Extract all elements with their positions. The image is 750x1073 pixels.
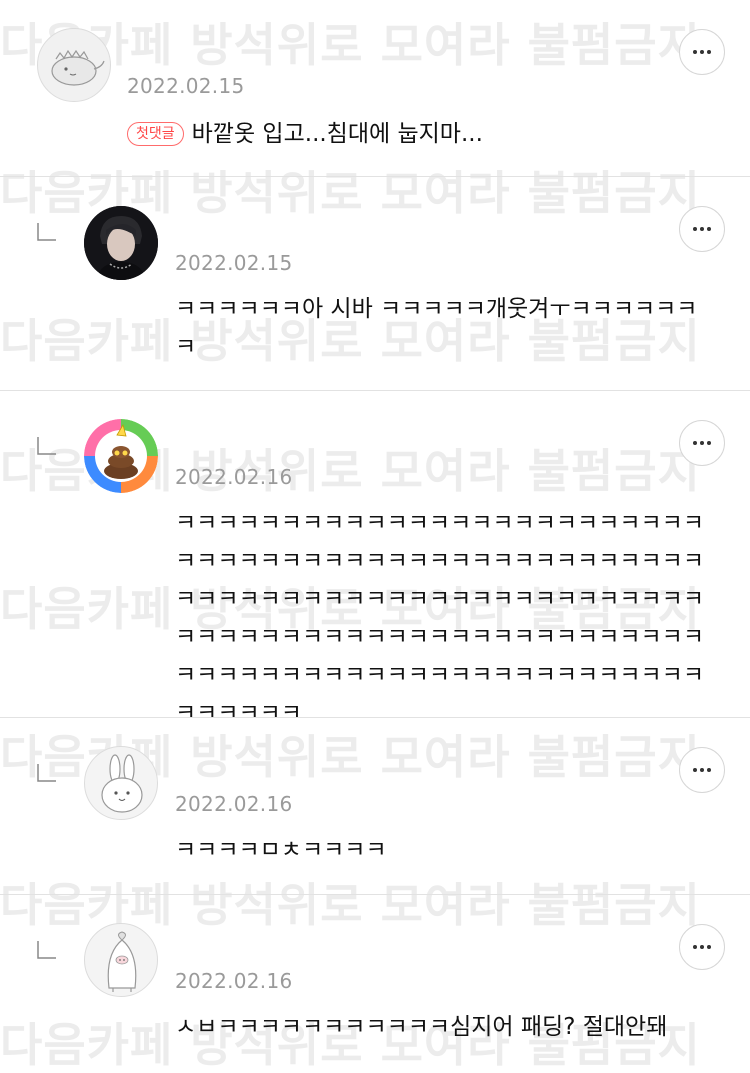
more-horizontal-icon <box>693 50 711 54</box>
more-horizontal-icon <box>693 945 711 949</box>
penguin-sticker-icon <box>107 931 137 992</box>
comment-date: 2022.02.15 <box>127 74 245 98</box>
avatar[interactable] <box>84 923 158 997</box>
comment-date: 2022.02.16 <box>175 969 293 993</box>
person-photo-icon <box>84 206 158 280</box>
comment-text: ㅋㅋㅋㅋㅁㅊㅋㅋㅋㅋ <box>175 837 387 863</box>
reply-arrow-icon <box>37 941 56 959</box>
comment-text: ㅅㅂㅋㅋㅋㅋㅋㅋㅋㅋㅋㅋㅋ심지어 패딩? 절대안돼 <box>175 1014 668 1040</box>
more-button[interactable] <box>679 29 725 75</box>
reply-arrow-icon <box>37 223 56 241</box>
more-button[interactable] <box>679 747 725 793</box>
comment-text: ㅋㅋㅋㅋㅋㅋ아 시바 ㅋㅋㅋㅋㅋ개웃겨ㅜㅋㅋㅋㅋㅋㅋㅋ <box>175 296 698 360</box>
more-button[interactable] <box>679 420 725 466</box>
comment-text: ㅋㅋㅋㅋㅋㅋㅋㅋㅋㅋㅋㅋㅋㅋㅋㅋㅋㅋㅋㅋㅋㅋㅋㅋㅋㅋㅋㅋㅋㅋㅋㅋㅋㅋㅋㅋㅋㅋㅋㅋ… <box>175 510 705 726</box>
more-horizontal-icon <box>693 441 711 445</box>
more-button[interactable] <box>679 206 725 252</box>
rabbit-sticker-icon <box>101 754 143 813</box>
more-horizontal-icon <box>693 227 711 231</box>
comment-item: 2022.02.15 ㅋㅋㅋㅋㅋㅋ아 시바 ㅋㅋㅋㅋㅋ개웃겨ㅜㅋㅋㅋㅋㅋㅋㅋ <box>0 177 750 390</box>
comment-date: 2022.02.16 <box>175 792 293 816</box>
poop-party-character-icon <box>84 419 158 493</box>
comment-item: 2022.02.16 ㅅㅂㅋㅋㅋㅋㅋㅋㅋㅋㅋㅋㅋ심지어 패딩? 절대안돼 <box>0 895 750 1073</box>
avatar[interactable] <box>37 28 111 102</box>
comment-item: 2022.02.15 첫댓글 바깥옷 입고...침대에 눕지마... <box>0 0 750 176</box>
reply-arrow-icon <box>37 764 56 782</box>
more-horizontal-icon <box>693 768 711 772</box>
comment-date: 2022.02.16 <box>175 465 293 489</box>
comment-body: 바깥옷 입고...침대에 눕지마... <box>191 121 483 147</box>
avatar[interactable] <box>84 746 158 820</box>
more-button[interactable] <box>679 924 725 970</box>
dinosaur-sticker-icon <box>51 49 105 86</box>
avatar[interactable] <box>84 206 158 280</box>
reply-arrow-icon <box>37 437 56 455</box>
comment-item: 2022.02.16 ㅋㅋㅋㅋㅁㅊㅋㅋㅋㅋ <box>0 718 750 894</box>
comment-date: 2022.02.15 <box>175 251 293 275</box>
first-comment-badge: 첫댓글 <box>127 122 184 146</box>
avatar[interactable] <box>84 419 158 493</box>
comment-item: 2022.02.16 ㅋㅋㅋㅋㅋㅋㅋㅋㅋㅋㅋㅋㅋㅋㅋㅋㅋㅋㅋㅋㅋㅋㅋㅋㅋㅋㅋㅋㅋ… <box>0 391 750 726</box>
comment-text: 첫댓글 바깥옷 입고...침대에 눕지마... <box>127 115 687 153</box>
